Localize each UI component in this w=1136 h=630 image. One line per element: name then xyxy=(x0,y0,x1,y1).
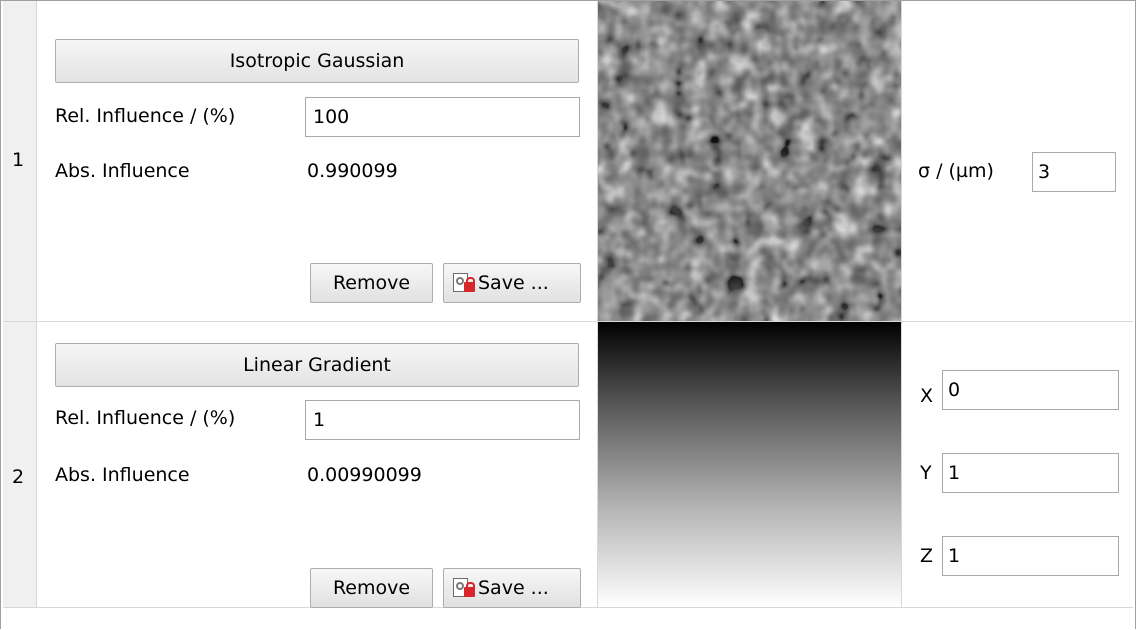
row-header[interactable]: 1 xyxy=(3,1,37,321)
table-row: 2 Linear Gradient Rel. Influence / (%) 1… xyxy=(3,322,1133,608)
rel-influence-input[interactable]: 1 xyxy=(305,400,580,440)
filter-controls: Linear Gradient Rel. Influence / (%) 1 A… xyxy=(37,322,598,608)
abs-influence-label: Abs. Influence xyxy=(55,464,190,486)
save-button-label: Save ... xyxy=(478,577,549,599)
noise-texture xyxy=(598,1,901,321)
abs-influence-value: 0.990099 xyxy=(307,160,398,182)
row-header[interactable]: 2 xyxy=(3,322,37,607)
y-label: Y xyxy=(920,462,932,484)
x-label: X xyxy=(920,385,934,407)
row-number: 2 xyxy=(12,466,25,488)
remove-button[interactable]: Remove xyxy=(310,263,433,303)
gaussian-noise-preview xyxy=(598,1,902,321)
filter-parameters: σ / (µm) 3 xyxy=(902,1,1133,321)
save-button[interactable]: Save ... xyxy=(443,263,581,303)
filter-type-button[interactable]: Linear Gradient xyxy=(55,343,579,387)
rel-influence-label: Rel. Influence / (%) xyxy=(55,407,236,429)
rel-influence-label: Rel. Influence / (%) xyxy=(55,105,236,127)
abs-influence-label: Abs. Influence xyxy=(55,160,190,182)
z-input[interactable]: 1 xyxy=(942,536,1119,576)
sigma-input[interactable]: 3 xyxy=(1032,152,1116,192)
row-number: 1 xyxy=(12,149,25,171)
save-icon xyxy=(452,577,476,599)
save-button[interactable]: Save ... xyxy=(443,568,581,608)
rel-influence-input[interactable]: 100 xyxy=(305,97,580,137)
remove-button[interactable]: Remove xyxy=(310,568,433,608)
linear-gradient-preview xyxy=(598,322,902,607)
abs-influence-value: 0.00990099 xyxy=(307,464,422,486)
table-row: 1 Isotropic Gaussian Rel. Influence / (%… xyxy=(3,1,1133,322)
gradient-texture xyxy=(598,322,901,607)
filter-type-button[interactable]: Isotropic Gaussian xyxy=(55,39,579,83)
z-label: Z xyxy=(920,545,934,567)
filter-table: 1 Isotropic Gaussian Rel. Influence / (%… xyxy=(0,0,1136,629)
filter-parameters: X 0 Y 1 Z 1 xyxy=(902,322,1133,607)
save-icon xyxy=(452,272,476,294)
sigma-label: σ / (µm) xyxy=(918,160,994,182)
y-input[interactable]: 1 xyxy=(942,453,1119,493)
x-input[interactable]: 0 xyxy=(942,370,1119,410)
filter-controls: Isotropic Gaussian Rel. Influence / (%) … xyxy=(37,1,598,321)
save-button-label: Save ... xyxy=(478,272,549,294)
